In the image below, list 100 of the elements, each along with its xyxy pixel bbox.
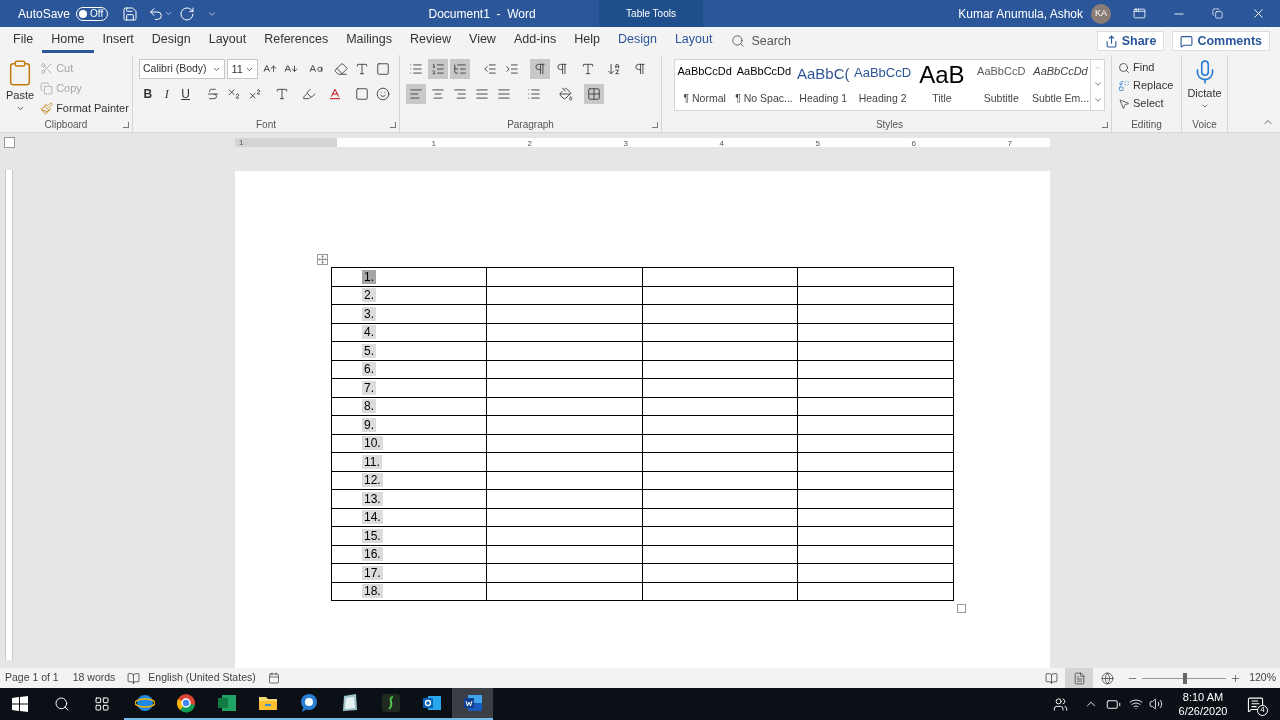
restore-icon[interactable] (1212, 8, 1223, 19)
browser-icon (134, 693, 155, 713)
dialog-launcher-icon[interactable] (123, 122, 129, 128)
view-mode-button[interactable] (1065, 668, 1094, 688)
format-button[interactable]: I (157, 84, 176, 104)
clipboard-item[interactable]: Format Painter (40, 99, 129, 117)
horizontal-ruler: 1 1 2 3 4 5 6 7 (235, 138, 1050, 147)
windows-start-icon[interactable] (12, 696, 28, 712)
group-label: Paragraph (507, 117, 554, 132)
ribbon-tab[interactable]: Help (565, 29, 609, 53)
editing-item[interactable]: Replace (1118, 77, 1175, 94)
task-view-icon[interactable] (94, 696, 110, 712)
paste-button[interactable]: Paste (6, 59, 35, 117)
numbering-icon[interactable] (428, 59, 448, 79)
editing-item[interactable]: Select (1118, 95, 1175, 112)
search-field[interactable]: Search (731, 31, 792, 51)
wifi-icon[interactable] (1129, 697, 1143, 711)
table-cell: 10. (331, 434, 487, 453)
mail-icon (421, 693, 442, 713)
caret-icon[interactable] (164, 9, 174, 18)
dialog-launcher-icon[interactable] (1102, 122, 1108, 128)
table-cell: 9. (331, 415, 487, 434)
copy-icon (40, 81, 54, 95)
group-label: Styles (875, 117, 904, 132)
paintbrush-icon (40, 101, 54, 115)
dialog-launcher-icon[interactable] (652, 122, 658, 128)
table-cell: 17. (331, 563, 487, 582)
language-status[interactable]: English (United States) (148, 670, 256, 686)
comments-button[interactable]: Comments (1172, 31, 1270, 51)
page-count[interactable]: Page 1 of 1 (5, 670, 59, 686)
ribbon-tab[interactable]: Insert (93, 29, 143, 53)
table-cell: 18. (331, 582, 487, 601)
table-cell: 3. (331, 304, 487, 323)
table-cell: 7. (331, 378, 487, 397)
print-view-icon (1072, 671, 1086, 685)
style-gallery-item[interactable]: AaBbCcD Subtitle (971, 60, 1031, 110)
ribbon-tab[interactable]: Layout (665, 29, 722, 53)
replace-icon (1118, 79, 1130, 92)
table-move-handle[interactable] (317, 254, 328, 265)
table-cell: 15. (331, 526, 487, 545)
redo-icon[interactable] (179, 5, 196, 22)
people-icon[interactable] (1053, 696, 1068, 712)
style-gallery-item[interactable]: AaBbCcD Heading 2 (852, 60, 913, 110)
search-icon[interactable] (54, 696, 70, 712)
table-cell: 14. (331, 508, 487, 527)
font-size-field[interactable]: 11 (227, 59, 259, 79)
style-gallery-item[interactable]: AaBbCcDd Subtle Em... (1030, 60, 1091, 110)
clock-date[interactable]: 6/26/2020 (1178, 704, 1228, 718)
format-button[interactable]: U (176, 84, 195, 104)
style-gallery-item[interactable]: AaBbCcDd ¶ No Spac... (734, 60, 794, 110)
style-gallery-item[interactable]: AaBbCcDd ¶ Normal (675, 60, 735, 110)
editing-item[interactable]: Find (1118, 59, 1175, 76)
zoom-in-icon[interactable] (1230, 672, 1242, 684)
scroll-down-icon[interactable] (1092, 79, 1103, 89)
table-resize-handle[interactable] (957, 604, 966, 613)
ribbon-tab[interactable]: Layout (199, 29, 256, 53)
share-icon (1104, 34, 1118, 48)
dialog-launcher-icon[interactable] (390, 122, 396, 128)
ribbon-tab[interactable]: Design (609, 29, 666, 53)
ribbon-tab[interactable]: Mailings (337, 29, 401, 53)
table-cell: 12. (331, 471, 487, 490)
document-icon (462, 693, 483, 713)
proofing-icon[interactable] (127, 671, 141, 685)
ribbon-tab[interactable]: References (255, 29, 338, 53)
notification-count: 4 (1257, 704, 1268, 716)
table-cell: 2. (331, 286, 487, 305)
ribbon-tab[interactable]: Design (142, 29, 200, 53)
ribbon-tab[interactable]: Review (401, 29, 460, 53)
window-title: Document1 - Word (427, 5, 537, 23)
user-name: Kumar Anumula, Ashok (958, 5, 1083, 23)
more-styles-icon[interactable] (1092, 95, 1103, 105)
ribbon-display-icon[interactable] (1133, 7, 1146, 20)
dictate-button[interactable]: Dictate (1188, 59, 1221, 110)
style-gallery-item[interactable]: AaBbC( Heading 1 (793, 60, 853, 110)
save-icon[interactable] (122, 5, 139, 22)
action-center-icon[interactable] (1247, 695, 1264, 713)
word-count[interactable]: 18 words (72, 670, 116, 686)
multilevel-list-icon[interactable] (450, 59, 470, 79)
share-button[interactable]: Share (1096, 31, 1165, 51)
undo-icon[interactable] (148, 5, 165, 22)
close-icon[interactable] (1251, 6, 1266, 21)
align-left-icon[interactable] (406, 84, 426, 104)
format-button[interactable]: B (139, 84, 157, 104)
style-gallery-item[interactable]: AaB Title (912, 60, 972, 110)
clock-time[interactable]: 8:10 AM (1182, 690, 1224, 704)
tab-selector-icon[interactable] (4, 137, 15, 148)
user-avatar[interactable]: KA (1091, 3, 1111, 24)
volume-icon[interactable] (1149, 697, 1163, 711)
group-label: Clipboard (44, 118, 88, 132)
ribbon-tab[interactable]: File (4, 29, 43, 53)
ribbon-tab[interactable]: Add-ins (504, 29, 566, 53)
font-name-field[interactable]: Calibri (Body) (139, 59, 226, 79)
ribbon-tab[interactable]: View (460, 29, 505, 53)
table-cell: 4. (331, 323, 487, 342)
table-cell: 11. (331, 452, 487, 471)
pointer-icon (1118, 97, 1130, 110)
borders-icon[interactable] (584, 84, 604, 104)
zoom-slider[interactable] (1142, 672, 1227, 684)
chat-icon (298, 693, 319, 713)
zoom-level[interactable]: 120% (1249, 670, 1276, 686)
